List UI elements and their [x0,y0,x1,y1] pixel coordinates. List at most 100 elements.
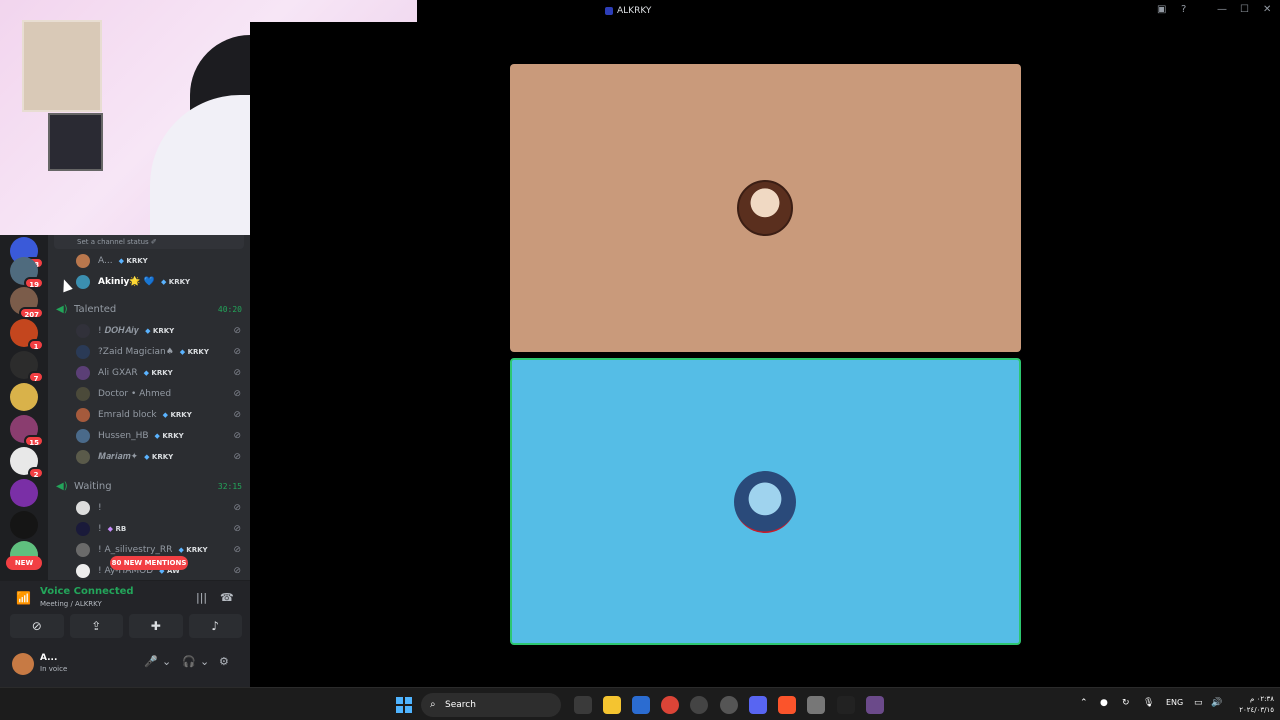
server-icon[interactable]: 19 [10,257,44,289]
muted-icon: ⊘ [233,347,241,357]
current-user-status: In voice [40,665,68,673]
headphones-icon[interactable]: 🎧 [182,655,196,668]
gem-icon: ◆ [144,453,152,461]
voice-user[interactable]: Doctor • Ahmed ⊘ [76,385,241,403]
volume-icon[interactable]: 🔊 [1211,698,1222,708]
voice-user[interactable]: ?Zaid Magician♠ ◆ KRKY ⊘ [76,343,241,361]
server-icon[interactable] [10,479,38,507]
server-icon[interactable]: 7 [10,351,44,383]
voice-user[interactable]: Emrald block ◆ KRKY ⊘ [76,406,241,424]
participant-tile-speaking[interactable] [510,358,1021,645]
voice-status[interactable]: Voice Connected [40,586,134,597]
chevron-up-icon[interactable]: ⌃ [1080,698,1088,708]
channel-timer: 40:20 [217,304,242,314]
avatar [76,522,90,536]
user-tag: ◆ KRKY [178,546,208,554]
new-mentions-badge[interactable]: 80 NEW MENTIONS [110,556,188,570]
maximize-button[interactable]: ☐ [1240,4,1249,15]
user-tag: ◆ KRKY [143,369,173,377]
avatar [76,543,90,557]
network-icon[interactable]: ▭ [1194,698,1203,708]
capcut-icon[interactable] [837,696,855,714]
obs-icon[interactable] [690,696,708,714]
user-name: Akiniy🌟 💙 [98,277,155,287]
voice-channel-waiting[interactable]: ◀) Waiting 32:15 [56,477,242,495]
voice-user[interactable]: Ali GXAR ◆ KRKY ⊘ [76,364,241,382]
store-icon[interactable] [632,696,650,714]
discord-icon[interactable] [749,696,767,714]
clock[interactable]: ٠٢:٣٨ م ٢٠٢٤/٠٣/١٥ [1228,694,1274,716]
user-name: A... [98,256,113,266]
voice-user[interactable]: Akiniy🌟 💙 ◆ KRKY [76,273,241,291]
user-tag: ◆ KRKY [154,432,184,440]
muted-icon: ⊘ [233,326,241,336]
user-name: ! 𝑫𝑶𝑯𝑨𝒊𝒚 [98,326,140,336]
gear-icon[interactable]: ⚙ [219,655,229,668]
channel-list: Set a channel status ✐ A... ◆ KRKY Akini… [48,235,250,580]
avatar [76,450,90,464]
muted-icon: ⊘ [233,524,241,534]
windows-start-icon[interactable] [396,697,412,713]
camera-off-button[interactable]: ⊘ [10,614,64,638]
help-icon[interactable]: ? [1181,4,1186,15]
user-name: Ali GXAR [98,368,138,378]
voice-user[interactable]: ! ◆ RB ⊘ [76,520,241,538]
user-name: ! [98,503,102,513]
voice-channel-talented[interactable]: ◀) Talented 40:20 [56,300,242,318]
app-logo-icon [605,7,613,15]
server-icon[interactable]: 207 [10,287,44,319]
settings-icon[interactable] [720,696,738,714]
user-name: 𝑴𝒂𝒓𝒊𝒂𝒎✦ [98,452,139,462]
voice-location[interactable]: Meeting / ALKRKY [40,600,102,608]
new-server-badge[interactable]: NEW [6,556,42,570]
user-name: ! A_silivestry_RR [98,545,173,555]
avatar[interactable] [12,653,34,675]
microphone-icon[interactable]: 🎙 [1143,698,1154,708]
disconnect-icon[interactable]: ☎ [220,591,234,604]
chevron-down-icon[interactable]: ⌄ [162,655,171,668]
voice-user[interactable]: ! ⊘ [76,499,241,517]
microphone-icon[interactable]: 🎤 [144,655,158,668]
tray-app-icon[interactable]: ● [1100,698,1108,708]
search-label: Search [445,700,476,710]
server-icon[interactable]: 2 [10,447,44,479]
voice-connected-panel: 📶 Voice Connected Meeting / ALKRKY ||| ☎… [0,580,250,640]
server-icon[interactable]: 15 [10,415,44,447]
file-explorer-icon[interactable] [603,696,621,714]
channel-status-input[interactable]: Set a channel status ✐ [54,235,244,249]
participant-avatar [737,180,793,236]
sync-icon[interactable]: ↻ [1122,698,1130,708]
task-view-icon[interactable] [574,696,592,714]
soundboard-button[interactable]: ♪ [188,614,242,638]
screen-share-icon[interactable]: ▣ [1157,4,1166,15]
language-indicator[interactable]: ENG [1166,698,1183,707]
server-icon[interactable] [10,511,38,539]
close-button[interactable]: ✕ [1263,4,1271,15]
chrome-icon[interactable] [661,696,679,714]
app-icon[interactable] [807,696,825,714]
chevron-down-icon[interactable]: ⌄ [200,655,209,668]
activities-button[interactable]: ✚ [129,614,183,638]
gem-icon: ◆ [160,278,169,286]
brave-icon[interactable] [778,696,796,714]
user-tag: ◆ RB [107,525,127,533]
voice-user[interactable]: Hussen_HB ◆ KRKY ⊘ [76,427,241,445]
speaker-icon: ◀) [56,304,68,315]
title-bar: ALKRKY ▣ ? — ☐ ✕ [417,0,1280,22]
minimize-button[interactable]: — [1217,4,1227,15]
server-badge: 207 [19,307,44,319]
server-icon[interactable]: 1 [10,319,44,351]
screen-share-button[interactable]: ⇪ [69,614,123,638]
voice-user[interactable]: A... ◆ KRKY [76,252,241,270]
taskbar-search[interactable]: ⌕ Search [421,693,561,717]
noise-suppression-icon[interactable]: ||| [196,591,207,604]
participant-tile[interactable] [510,64,1021,352]
wall-frame [48,113,103,171]
app-icon[interactable] [866,696,884,714]
server-badge: 15 [24,435,44,447]
voice-user[interactable]: 𝑴𝒂𝒓𝒊𝒂𝒎✦ ◆ KRKY ⊘ [76,448,241,466]
channel-timer: 32:15 [217,481,242,491]
avatar [76,275,90,289]
server-icon[interactable] [10,383,38,411]
voice-user[interactable]: ! 𝑫𝑶𝑯𝑨𝒊𝒚 ◆ KRKY ⊘ [76,322,241,340]
